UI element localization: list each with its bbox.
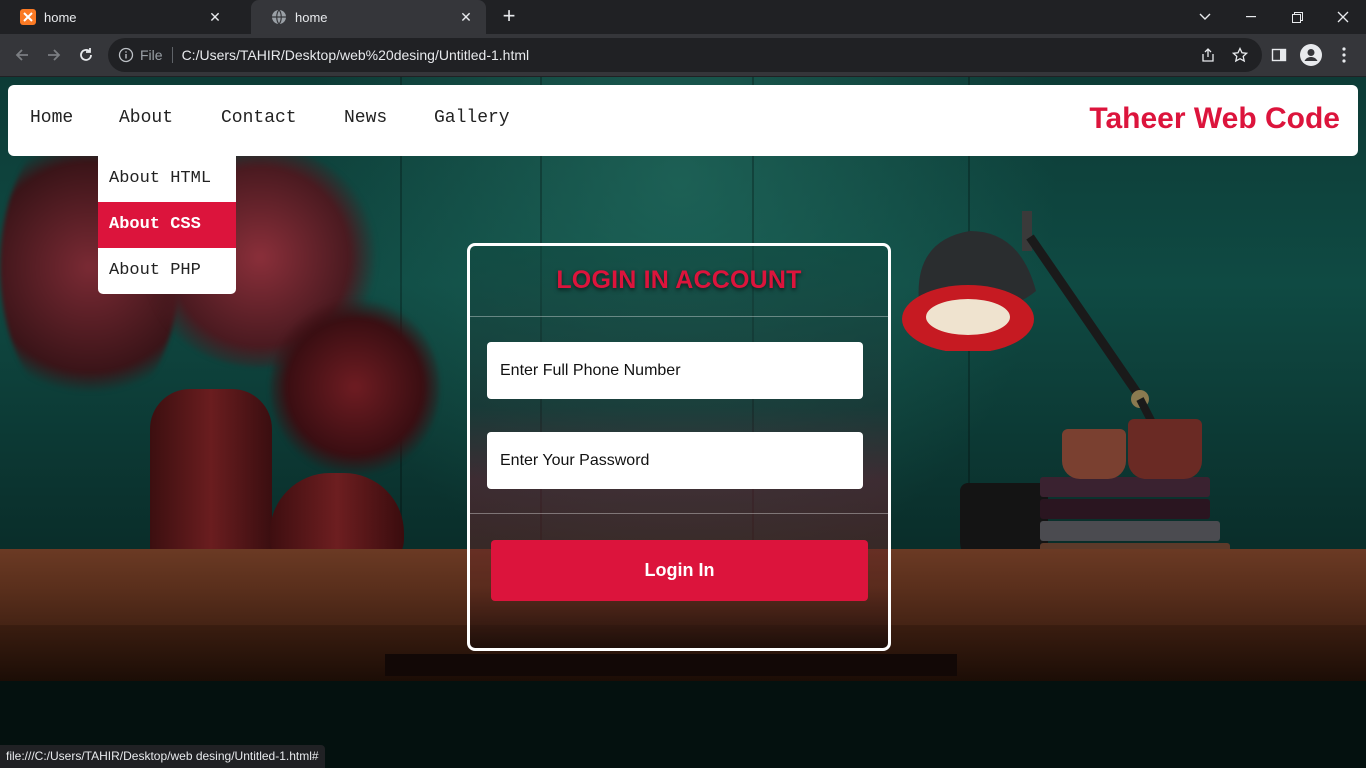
share-icon[interactable] — [1194, 38, 1222, 72]
dropdown-item-about-css[interactable]: About CSS — [98, 202, 236, 248]
lamp-illustration — [902, 211, 1036, 351]
phone-number-input[interactable] — [487, 342, 863, 399]
page-viewport: Home About Contact News Gallery Taheer W… — [0, 77, 1366, 768]
close-icon[interactable] — [1320, 0, 1366, 34]
login-card: LOGIN IN ACCOUNT Login In — [467, 243, 891, 651]
info-icon[interactable] — [118, 47, 134, 63]
nav-item-news[interactable]: News — [344, 108, 387, 128]
globe-icon — [271, 9, 287, 25]
close-tab-icon[interactable]: ✕ — [458, 9, 474, 26]
minimize-icon[interactable] — [1228, 0, 1274, 34]
forward-arrow-icon[interactable] — [42, 43, 66, 67]
url-text[interactable]: C:/Users/TAHIR/Desktop/web%20desing/Unti… — [182, 47, 530, 63]
nav-item-home[interactable]: Home — [30, 108, 73, 128]
browser-toolbar: File C:/Users/TAHIR/Desktop/web%20desing… — [0, 34, 1366, 76]
tab-title: home — [295, 9, 328, 25]
back-arrow-icon[interactable] — [10, 43, 34, 67]
tab-home-1[interactable]: home ✕ — [0, 0, 235, 34]
tab-home-2[interactable]: home ✕ — [251, 0, 486, 34]
nav-item-about[interactable]: About — [119, 108, 173, 128]
side-panel-icon[interactable] — [1267, 43, 1291, 67]
login-title: LOGIN IN ACCOUNT — [556, 266, 802, 294]
divider — [470, 513, 888, 514]
site-navbar: Home About Contact News Gallery Taheer W… — [8, 85, 1358, 156]
reload-icon[interactable] — [74, 43, 98, 67]
kebab-menu-icon[interactable] — [1332, 43, 1356, 67]
nav-item-contact[interactable]: Contact — [221, 108, 297, 128]
about-dropdown-menu: About HTML About CSS About PHP — [98, 156, 236, 294]
login-button[interactable]: Login In — [491, 540, 868, 601]
status-bar-url: file:///C:/Users/TAHIR/Desktop/web desin… — [0, 745, 325, 768]
dropdown-item-about-html[interactable]: About HTML — [98, 156, 236, 202]
bookmark-star-icon[interactable] — [1226, 38, 1254, 72]
profile-avatar-icon[interactable] — [1299, 43, 1323, 67]
scheme-label: File — [140, 47, 173, 63]
address-bar[interactable]: File C:/Users/TAHIR/Desktop/web%20desing… — [108, 38, 1262, 72]
nav-item-gallery[interactable]: Gallery — [434, 108, 510, 128]
divider — [470, 316, 888, 317]
chevron-down-icon[interactable] — [1182, 0, 1228, 34]
tab-title: home — [44, 9, 77, 25]
close-tab-icon[interactable]: ✕ — [207, 9, 223, 26]
dropdown-item-about-php[interactable]: About PHP — [98, 248, 236, 294]
tab-strip: home ✕ home ✕ + — [0, 0, 1366, 34]
xampp-favicon-icon — [20, 9, 36, 25]
password-input[interactable] — [487, 432, 863, 489]
new-tab-button[interactable]: + — [497, 5, 521, 29]
restore-icon[interactable] — [1274, 0, 1320, 34]
brand-logo-text[interactable]: Taheer Web Code — [1089, 102, 1340, 136]
